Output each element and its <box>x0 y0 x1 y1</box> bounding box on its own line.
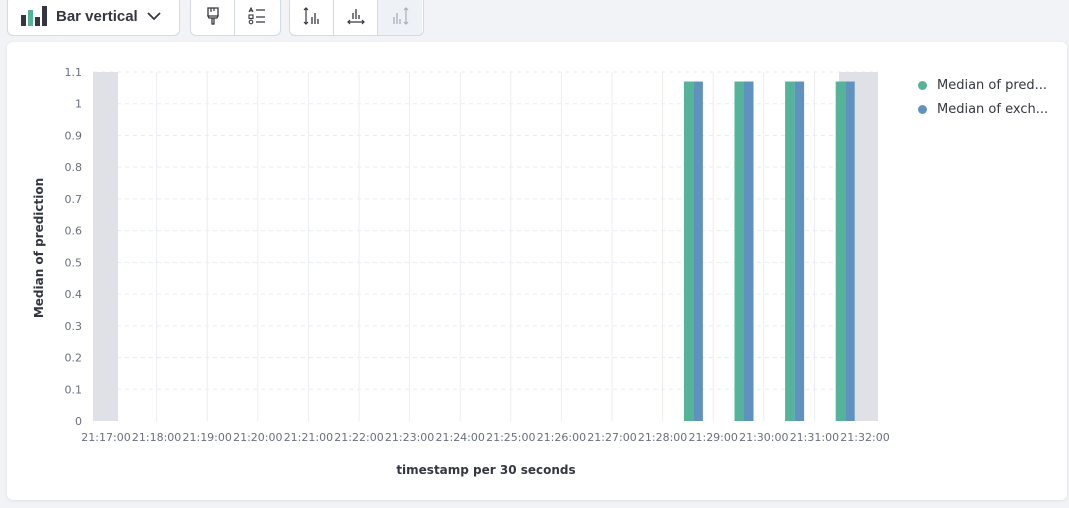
legend-item-series-1[interactable]: Median of pred... <box>918 73 1048 97</box>
bar-series-1 <box>785 81 795 421</box>
x-tick-label: 21:19:00 <box>182 431 231 444</box>
x-tick-label: 21:24:00 <box>435 431 484 444</box>
x-tick-label: 21:32:00 <box>840 431 889 444</box>
x-tick-label: 21:30:00 <box>739 431 788 444</box>
x-tick-label: 21:29:00 <box>688 431 737 444</box>
bar-series-2 <box>794 81 805 421</box>
y-tick-label: 0.6 <box>65 225 83 238</box>
legend-label-series-1: Median of pred... <box>937 77 1048 93</box>
x-tick-label: 21:31:00 <box>790 431 839 444</box>
bar-series-1 <box>683 81 694 421</box>
y-tick-label: 0 <box>75 415 82 428</box>
y-tick-label: 1.1 <box>65 66 83 79</box>
y-axis-label: Median of prediction <box>32 178 46 318</box>
x-tick-label: 21:20:00 <box>233 431 282 444</box>
bar-chart: 0 0.1 0.2 0.3 0.4 0.5 0.6 0.7 0.8 0.9 1 1.1 21:17:0… <box>32 66 890 477</box>
bar-series-1 <box>835 81 846 421</box>
y-tick-label: 0.3 <box>65 320 83 333</box>
x-tick-label: 21:27:00 <box>587 431 636 444</box>
legend-label-series-2: Median of exch... <box>937 101 1049 117</box>
out-of-range-start <box>93 72 118 421</box>
x-tick-label: 21:18:00 <box>132 431 181 444</box>
x-tick-label: 21:25:00 <box>486 431 535 444</box>
bar-series-2 <box>744 81 754 421</box>
y-tick-label: 1 <box>75 98 82 111</box>
bar-series-1 <box>734 81 744 421</box>
legend-item-series-2[interactable]: Median of exch... <box>918 97 1048 121</box>
x-tick-label: 21:17:00 <box>81 431 130 444</box>
x-axis-label: timestamp per 30 seconds <box>396 463 575 477</box>
y-tick-label: 0.1 <box>65 383 83 396</box>
y-tick-label: 0.9 <box>65 129 83 142</box>
y-tick-label: 0.8 <box>65 161 83 174</box>
y-tick-label: 0.7 <box>65 193 83 206</box>
x-tick-label: 21:23:00 <box>385 431 434 444</box>
legend: Median of pred... Median of exch... <box>918 73 1048 121</box>
y-tick-label: 0.2 <box>65 352 83 365</box>
x-tick-label: 21:22:00 <box>334 431 383 444</box>
series-2-swatch <box>918 104 927 114</box>
x-tick-label: 21:26:00 <box>537 431 586 444</box>
series-1-swatch <box>918 80 927 90</box>
y-tick-label: 0.4 <box>65 288 83 301</box>
x-tick-label: 21:28:00 <box>638 431 687 444</box>
bar-series-2 <box>845 81 855 421</box>
x-tick-label: 21:21:00 <box>284 431 333 444</box>
y-tick-label: 0.5 <box>65 256 83 269</box>
bar-series-2 <box>693 81 703 421</box>
